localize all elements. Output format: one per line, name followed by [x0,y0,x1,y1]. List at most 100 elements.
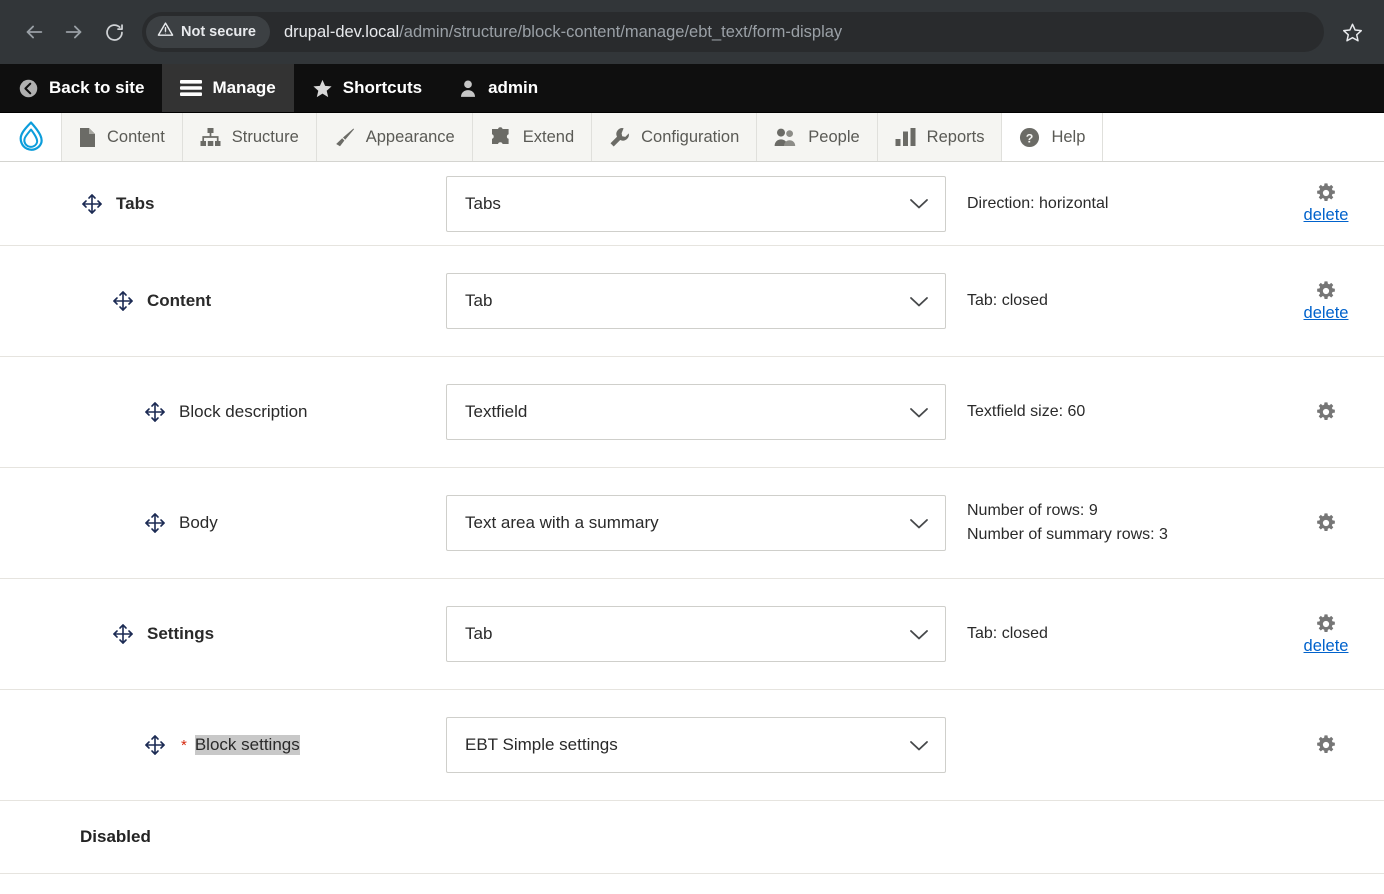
move-cross-arrows-icon[interactable] [80,192,104,216]
widget-select-cell: Tab [446,273,946,329]
menu-label-people: People [808,127,860,146]
menu-label-extend: Extend [522,127,575,146]
widget-select-cell: Tabs [446,175,946,232]
drupal-drop-logo[interactable] [0,113,62,161]
field-label: Settings [147,624,215,643]
toolbar-label-back-to-site: Back to site [49,78,145,97]
menu-label-appearance: Appearance [365,127,455,146]
gear-icon[interactable] [1315,401,1337,423]
menu-label-content: Content [107,127,165,146]
field-label-cell: Content [56,246,446,356]
hierarchy-icon [200,127,221,147]
widget-select-value: Tab [465,624,493,643]
chevron-down-icon [909,197,929,210]
chevron-down-icon [909,739,929,752]
menu-spacer [1103,113,1384,161]
menu-label-structure: Structure [231,127,299,146]
chevron-down-icon [909,517,929,530]
widget-select-value: Text area with a summary [465,513,659,532]
field-label-cell: Settings [56,579,446,689]
warning-triangle-icon [157,21,174,43]
field-label: Content [147,291,212,310]
summary-line: Direction: horizontal [967,194,1109,212]
reload-icon[interactable] [94,12,134,52]
widget-select[interactable]: EBT Simple settings [446,717,946,773]
row-operations-cell: delete [1278,613,1368,656]
field-label: Body [179,513,218,532]
security-status-chip[interactable]: Not secure [146,16,270,48]
widget-select-cell: Text area with a summary [446,495,946,551]
page-icon [79,127,96,148]
bar-chart-icon [895,127,916,147]
chevron-down-icon [909,295,929,308]
delete-link[interactable]: delete [1304,637,1349,656]
table-row: Settings Tab Tab: closed delete [0,579,1384,690]
user-icon [458,78,478,99]
field-label-cell: * Block settings [56,690,446,800]
required-marker: * [181,736,187,754]
move-cross-arrows-icon[interactable] [111,622,135,646]
widget-select[interactable]: Textfield [446,384,946,440]
table-row: Content Tab Tab: closed delete [0,246,1384,357]
field-label: Block settings [194,735,300,755]
star-icon [312,78,333,99]
summary-line: Tab: closed [967,625,1048,642]
chevron-down-icon [909,628,929,641]
star-icon[interactable] [1334,14,1370,50]
widget-select[interactable]: Tabs [446,175,946,232]
menu-item-configuration[interactable]: Configuration [592,113,758,161]
menu-item-extend[interactable]: Extend [473,113,593,161]
toolbar-item-back-to-site[interactable]: Back to site [0,64,162,112]
move-cross-arrows-icon[interactable] [143,733,167,757]
forward-arrow-icon[interactable] [54,12,94,52]
widget-select[interactable]: Text area with a summary [446,495,946,551]
delete-link[interactable]: delete [1304,304,1349,323]
table-row: Body Text area with a summary Number of … [0,468,1384,579]
address-bar[interactable]: Not secure drupal-dev.local/admin/struct… [142,12,1324,52]
menu-item-content[interactable]: Content [62,113,183,161]
toolbar-item-admin-user[interactable]: admin [440,64,556,112]
move-cross-arrows-icon[interactable] [143,400,167,424]
row-operations-cell [1278,734,1368,756]
delete-link[interactable]: delete [1304,206,1349,225]
gear-icon[interactable] [1315,512,1337,534]
move-cross-arrows-icon[interactable] [111,289,135,313]
back-arrow-icon[interactable] [14,12,54,52]
table-row: * Block settings EBT Simple settings [0,690,1384,801]
drupal-admin-toolbar: Back to site Manage Shortcuts admin [0,64,1384,113]
menu-label-configuration: Configuration [641,127,740,146]
summary-line: Number of rows: 9 [967,502,1098,519]
url-path: /admin/structure/block-content/manage/eb… [399,22,843,41]
menu-item-people[interactable]: People [757,113,878,161]
wrench-icon [609,127,630,148]
table-row: Tabs Tabs Direction: horizontal delete [0,162,1384,246]
gear-icon[interactable] [1315,182,1337,204]
move-cross-arrows-icon[interactable] [143,511,167,535]
menu-label-help: Help [1051,127,1086,146]
row-operations-cell [1278,512,1368,534]
menu-item-structure[interactable]: Structure [183,113,317,161]
widget-summary-cell: Tab: closed [946,289,1278,313]
field-label-cell: Body [56,468,446,578]
browser-chrome: Not secure drupal-dev.local/admin/struct… [0,0,1384,64]
question-circle-icon: ? [1019,127,1040,148]
disabled-section-header: Disabled [0,801,1384,874]
widget-select-value: Textfield [465,402,528,421]
widget-select-value: EBT Simple settings [465,735,618,754]
form-display-table: Tabs Tabs Direction: horizontal delete C… [0,162,1384,894]
field-label-cell: Tabs [56,162,446,245]
menu-item-help[interactable]: ? Help [1002,113,1104,161]
menu-item-appearance[interactable]: Appearance [317,113,473,161]
menu-item-reports[interactable]: Reports [878,113,1003,161]
gear-icon[interactable] [1315,280,1337,302]
field-label: Tabs [116,193,155,213]
toolbar-item-shortcuts[interactable]: Shortcuts [294,64,440,112]
summary-line: Textfield size: 60 [967,403,1086,420]
widget-select[interactable]: Tab [446,606,946,662]
row-operations-cell: delete [1278,280,1368,323]
gear-icon[interactable] [1315,734,1337,756]
people-icon [774,127,797,147]
toolbar-item-manage[interactable]: Manage [162,64,294,112]
widget-select[interactable]: Tab [446,273,946,329]
gear-icon[interactable] [1315,613,1337,635]
